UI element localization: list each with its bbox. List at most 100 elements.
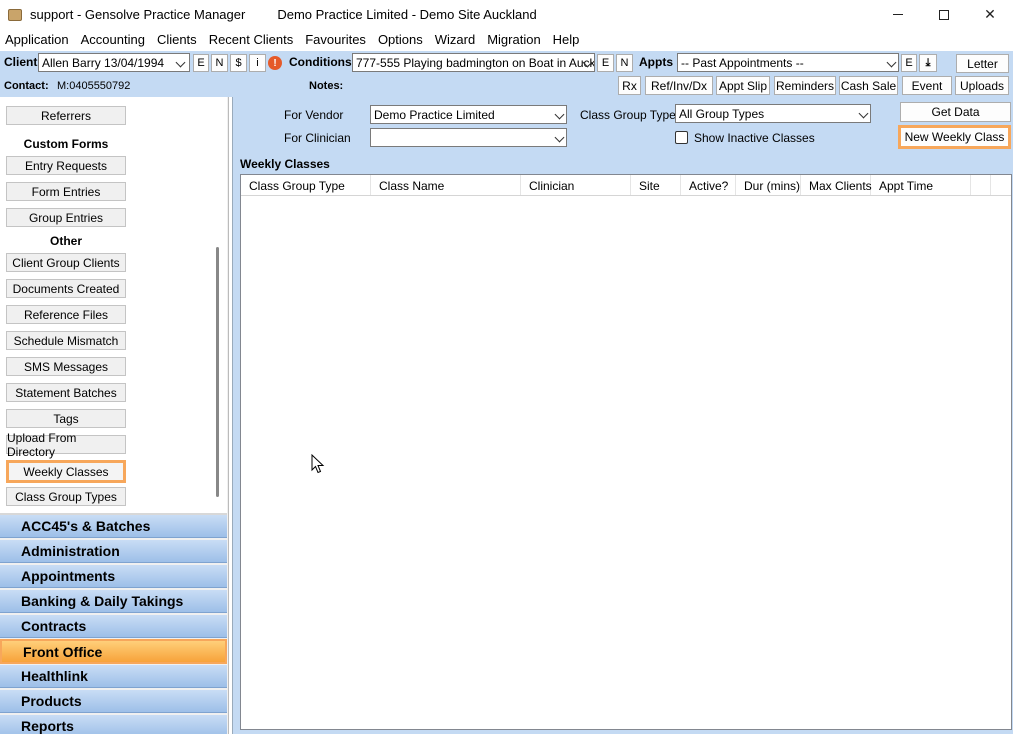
sidebar-item-class-group-types[interactable]: Class Group Types [6, 487, 126, 506]
client-new-button[interactable]: N [211, 54, 228, 72]
nav-front-office[interactable]: Front Office [0, 639, 227, 664]
nav-contracts[interactable]: Contracts [0, 615, 227, 638]
contact-label: Contact: [4, 80, 49, 92]
download-icon[interactable]: ⤓ [919, 54, 937, 72]
nav-acc45-batches[interactable]: ACC45's & Batches [0, 515, 227, 538]
new-weekly-class-button[interactable]: New Weekly Class [898, 125, 1011, 149]
ref-inv-dx-button[interactable]: Ref/Inv/Dx [645, 76, 713, 95]
vendor-select-value: Demo Practice Limited [374, 108, 495, 122]
condition-new-button[interactable]: N [616, 54, 633, 72]
alert-icon[interactable]: ! [268, 56, 282, 70]
mouse-cursor-icon [311, 454, 325, 474]
column-active[interactable]: Active? [681, 175, 736, 195]
clinician-select[interactable] [370, 128, 567, 147]
group-type-label: Class Group Type [580, 108, 676, 122]
column-class-name[interactable]: Class Name [371, 175, 521, 195]
chevron-down-icon [554, 109, 565, 120]
close-button[interactable]: ✕ [967, 0, 1013, 29]
grid-title: Weekly Classes [240, 157, 330, 171]
maximize-button[interactable] [921, 0, 967, 29]
menu-wizard[interactable]: Wizard [430, 32, 482, 47]
menu-application[interactable]: Application [0, 32, 76, 47]
cash-sale-button[interactable]: Cash Sale [839, 76, 898, 95]
chevron-down-icon [886, 57, 897, 68]
client-info-button[interactable]: i [249, 54, 266, 72]
appt-slip-button[interactable]: Appt Slip [716, 76, 770, 95]
sidebar-scrollbar[interactable] [216, 247, 219, 497]
nav-banking-daily-takings[interactable]: Banking & Daily Takings [0, 590, 227, 613]
column-max-clients[interactable]: Max Clients [801, 175, 872, 195]
nav-appointments[interactable]: Appointments [0, 565, 227, 588]
rx-button[interactable]: Rx [618, 76, 641, 95]
group-type-select[interactable]: All Group Types [675, 104, 871, 123]
conditions-select-value: 777-555 Playing badmington on Boat in Au… [356, 56, 595, 70]
column-class-group-type[interactable]: Class Group Type [241, 175, 371, 195]
sidebar-item-client-group-clients[interactable]: Client Group Clients [6, 253, 126, 272]
condition-edit-button[interactable]: E [597, 54, 614, 72]
menu-recent-clients[interactable]: Recent Clients [204, 32, 301, 47]
app-title: support - Gensolve Practice Manager [30, 7, 246, 22]
minimize-button[interactable] [875, 0, 921, 29]
main-content: For Vendor Demo Practice Limited For Cli… [232, 97, 1013, 734]
column-clinician[interactable]: Clinician [521, 175, 631, 195]
client-select-value: Allen Barry 13/04/1994 [42, 56, 165, 70]
sidebar-item-reference-files[interactable]: Reference Files [6, 305, 126, 324]
sidebar-item-referrers[interactable]: Referrers [6, 106, 126, 125]
menu-accounting[interactable]: Accounting [76, 32, 152, 47]
vendor-select[interactable]: Demo Practice Limited [370, 105, 567, 124]
sidebar: Referrers Custom Forms Entry Requests Fo… [0, 97, 229, 734]
column-site[interactable]: Site [631, 175, 681, 195]
sidebar-item-schedule-mismatch[interactable]: Schedule Mismatch [6, 331, 126, 350]
conditions-label: Conditions [289, 55, 352, 69]
clinician-label: For Clinician [284, 131, 351, 145]
client-select[interactable]: Allen Barry 13/04/1994 [38, 53, 190, 72]
weekly-classes-grid[interactable]: Class Group Type Class Name Clinician Si… [240, 174, 1012, 730]
nav-products[interactable]: Products [0, 690, 227, 713]
appts-label: Appts [639, 55, 673, 69]
vendor-label: For Vendor [284, 108, 344, 122]
client-edit-button[interactable]: E [193, 54, 209, 72]
other-heading: Other [49, 234, 82, 248]
sidebar-item-upload-from-directory[interactable]: Upload From Directory [6, 431, 126, 459]
menu-favourites[interactable]: Favourites [300, 32, 373, 47]
reminders-button[interactable]: Reminders [774, 76, 836, 95]
sidebar-scroll-area[interactable]: Referrers Custom Forms Entry Requests Fo… [0, 97, 227, 513]
custom-forms-heading: Custom Forms [23, 137, 109, 151]
conditions-select[interactable]: 777-555 Playing badmington on Boat in Au… [352, 53, 595, 72]
sidebar-item-weekly-classes[interactable]: Weekly Classes [6, 460, 126, 483]
letter-button[interactable]: Letter [956, 54, 1009, 73]
practice-title: Demo Practice Limited - Demo Site Auckla… [277, 7, 537, 22]
notes-label: Notes: [309, 80, 344, 92]
appointments-select[interactable]: -- Past Appointments -- [677, 53, 899, 72]
close-icon: ✕ [984, 6, 996, 22]
client-account-button[interactable]: $ [230, 54, 247, 72]
menu-migration[interactable]: Migration [482, 32, 547, 47]
get-data-button[interactable]: Get Data [900, 102, 1011, 122]
show-inactive-checkbox[interactable] [675, 131, 688, 144]
grid-header: Class Group Type Class Name Clinician Si… [241, 175, 1011, 196]
column-duration[interactable]: Dur (mins) [736, 175, 801, 195]
sidebar-item-entry-requests[interactable]: Entry Requests [6, 156, 126, 175]
appointment-edit-button[interactable]: E [901, 54, 917, 72]
event-button[interactable]: Event [902, 76, 952, 95]
client-bar: Client Allen Barry 13/04/1994 E N $ i ! … [0, 51, 1013, 97]
sidebar-item-statement-batches[interactable]: Statement Batches [6, 383, 126, 402]
sidebar-item-form-entries[interactable]: Form Entries [6, 182, 126, 201]
sidebar-item-documents-created[interactable]: Documents Created [6, 279, 126, 298]
uploads-button[interactable]: Uploads [955, 76, 1009, 95]
client-label: Client [4, 55, 38, 69]
chevron-down-icon [175, 57, 186, 68]
minimize-icon [893, 14, 903, 15]
sidebar-item-tags[interactable]: Tags [6, 409, 126, 428]
menu-options[interactable]: Options [373, 32, 430, 47]
contact-value: M:0405550792 [57, 80, 131, 92]
menu-clients[interactable]: Clients [152, 32, 204, 47]
column-appt-time[interactable]: Appt Time [871, 175, 971, 195]
chevron-down-icon [858, 108, 869, 119]
nav-healthlink[interactable]: Healthlink [0, 665, 227, 688]
nav-reports[interactable]: Reports [0, 715, 227, 734]
nav-administration[interactable]: Administration [0, 540, 227, 563]
sidebar-item-sms-messages[interactable]: SMS Messages [6, 357, 126, 376]
sidebar-item-group-entries[interactable]: Group Entries [6, 208, 126, 227]
menu-help[interactable]: Help [548, 32, 587, 47]
